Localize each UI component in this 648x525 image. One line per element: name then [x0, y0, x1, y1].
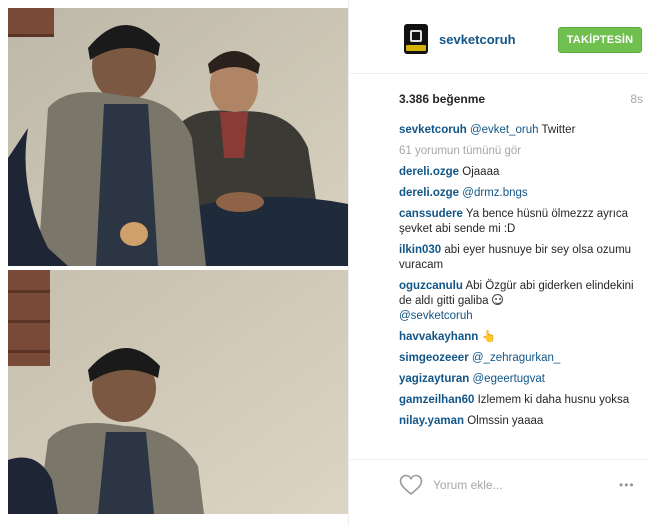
- post-header: sevketcoruh TAKİPTESİN: [349, 0, 648, 74]
- comment-username[interactable]: dereli.ozge: [399, 166, 459, 178]
- comment-username[interactable]: gamzeilhan60: [399, 394, 474, 406]
- photo-frame-top: [8, 8, 348, 266]
- profile-avatar[interactable]: [404, 24, 428, 54]
- comment-item: simgeozeeer @_zehragurkan_: [399, 351, 643, 366]
- comment-item: nilay.yaman Olmssin yaaaa: [399, 414, 643, 429]
- caption-username[interactable]: sevketcoruh: [399, 124, 467, 136]
- comment-username[interactable]: simgeozeeer: [399, 352, 469, 364]
- instagram-post-view: sevketcoruh TAKİPTESİN 3.386 beğenme 8s …: [0, 0, 648, 525]
- comment-username[interactable]: dereli.ozge: [399, 187, 459, 199]
- comment-mention[interactable]: @drmz.bngs: [459, 187, 527, 199]
- add-comment-input[interactable]: Yorum ekle...: [433, 478, 503, 492]
- comment-item: havvakayhann 👆: [399, 330, 643, 345]
- comment-item: yagizayturan @egeertugvat: [399, 372, 643, 387]
- smiley-emoji-icon: [491, 294, 503, 305]
- avatar-logo-mark: [410, 30, 422, 42]
- comment-item: dereli.ozge Ojaaaa: [399, 165, 643, 180]
- comment-item: canssudere Ya bence hüsnü ölmezzz ayrıca…: [399, 207, 643, 237]
- comment-username[interactable]: nilay.yaman: [399, 415, 464, 427]
- comment-item: ilkin030 abi eyer husnuye bir sey olsa o…: [399, 243, 643, 273]
- caption: sevketcoruh @evket_oruh Twitter: [399, 123, 643, 138]
- comment-username[interactable]: canssudere: [399, 208, 463, 220]
- avatar-label-stripe: [406, 45, 426, 51]
- comments-list: sevketcoruh @evket_oruh Twitter 61 yorum…: [399, 123, 643, 435]
- comment-item: oguzcanulu Abi Özgür abi giderken elinde…: [399, 279, 643, 324]
- comment-mention[interactable]: @sevketcoruh: [399, 310, 473, 322]
- comment-text: Olmssin yaaaa: [464, 415, 544, 427]
- post-footer: Yorum ekle... •••: [349, 459, 648, 509]
- post-photo[interactable]: [8, 8, 348, 514]
- likes-count[interactable]: 3.386 beğenme: [399, 92, 485, 106]
- comment-username[interactable]: oguzcanulu: [399, 280, 463, 292]
- post-username[interactable]: sevketcoruh: [439, 32, 516, 47]
- comment-text: 👆: [478, 331, 496, 343]
- comment-mention[interactable]: @egeertugvat: [469, 373, 545, 385]
- comment-item: gamzeilhan60 Izlemem ki daha husnu yoksa: [399, 393, 643, 408]
- more-options-icon[interactable]: •••: [619, 478, 635, 492]
- caption-text: Twitter: [538, 124, 576, 136]
- view-all-comments-link[interactable]: 61 yorumun tümünü gör: [399, 144, 643, 159]
- post-time[interactable]: 8s: [630, 92, 643, 106]
- comment-text: Ojaaaa: [459, 166, 500, 178]
- caption-mention[interactable]: @evket_oruh: [470, 124, 539, 136]
- following-button[interactable]: TAKİPTESİN: [558, 27, 642, 53]
- post-sidebar: sevketcoruh TAKİPTESİN 3.386 beğenme 8s …: [348, 0, 648, 525]
- comment-username[interactable]: havvakayhann: [399, 331, 478, 343]
- comment-text: Izlemem ki daha husnu yoksa: [474, 394, 630, 406]
- comment-mention[interactable]: @_zehragurkan_: [469, 352, 560, 364]
- comment-item: dereli.ozge @drmz.bngs: [399, 186, 643, 201]
- likes-row: 3.386 beğenme 8s: [399, 92, 643, 108]
- photo-frame-bottom: [8, 270, 348, 514]
- comment-username[interactable]: ilkin030: [399, 244, 441, 256]
- heart-icon[interactable]: [399, 474, 423, 496]
- comment-username[interactable]: yagizayturan: [399, 373, 469, 385]
